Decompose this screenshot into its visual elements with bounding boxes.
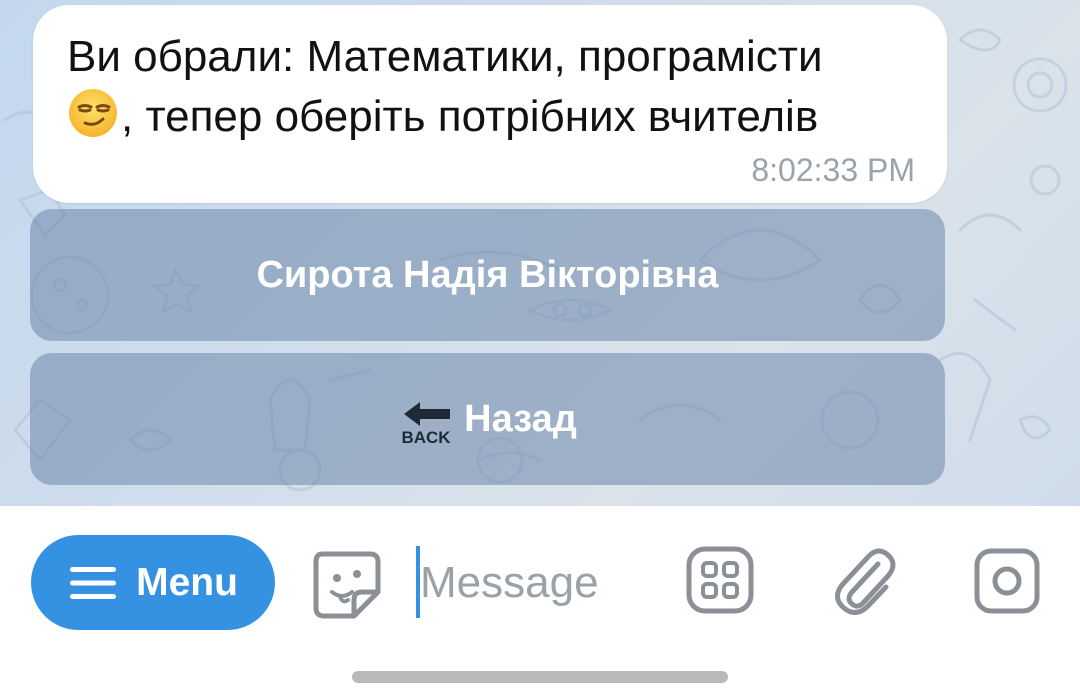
message-timestamp: 8:02:33 PM: [751, 152, 915, 188]
back-arrow-icon: BACK: [402, 402, 452, 446]
teacher-option-button[interactable]: Сирота Надія Вікторівна: [30, 209, 945, 341]
incoming-message-bubble: Ви обрали: Математики, програмісти , теп…: [33, 5, 947, 203]
message-text-line2: , тепер оберіть потрібних вчителів: [121, 92, 819, 141]
menu-lines-icon: [70, 566, 117, 599]
message-text: Ви обрали: Математики, програмісти , теп…: [67, 27, 927, 147]
smirking-face-emoji-icon: [69, 89, 117, 137]
back-icon-text: BACK: [402, 428, 452, 446]
back-button[interactable]: BACK Назад: [30, 353, 945, 485]
apps-icon[interactable]: [686, 546, 754, 614]
message-input-bar: Menu: [0, 506, 1080, 656]
menu-button-label: Menu: [136, 560, 238, 604]
menu-button[interactable]: Menu: [31, 535, 275, 630]
teacher-option-label: Сирота Надія Вікторівна: [256, 253, 719, 296]
sticker-icon[interactable]: [306, 544, 386, 624]
camera-icon[interactable]: [974, 548, 1040, 614]
attach-icon[interactable]: [828, 542, 898, 618]
back-button-label: Назад: [464, 397, 577, 440]
home-indicator: [352, 671, 728, 683]
chat-area: Ви обрали: Математики, програмісти , теп…: [0, 0, 1080, 506]
message-text-line1: Ви обрали: Математики, програмісти: [67, 32, 823, 81]
message-input[interactable]: [420, 548, 660, 618]
